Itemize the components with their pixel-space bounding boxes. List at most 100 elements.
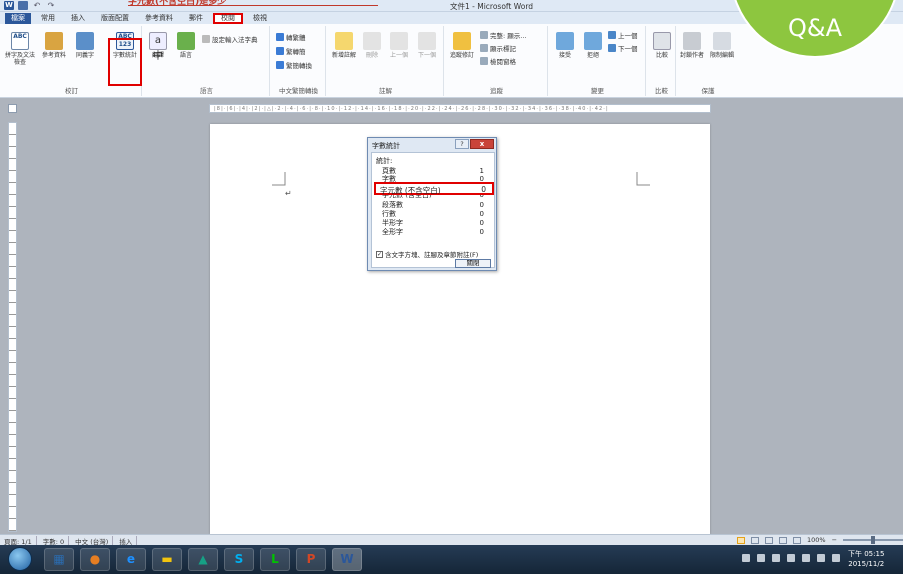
tab-mailings[interactable]: 郵件	[183, 13, 209, 24]
group-label-tracking: 追蹤	[490, 87, 503, 95]
thesaurus-button[interactable]: 同義字	[70, 32, 100, 59]
stat-row-pages: 頁數 1	[382, 167, 484, 175]
flag-icon[interactable]	[787, 554, 795, 562]
translate-icon: a中	[149, 32, 167, 62]
vertical-ruler[interactable]	[8, 122, 17, 532]
tab-insert[interactable]: 插入	[65, 13, 91, 24]
word-logo-icon[interactable]: W	[4, 1, 14, 10]
previous-comment-button[interactable]: 上一個	[386, 32, 412, 59]
previous-change-icon	[608, 31, 616, 39]
thesaurus-icon	[76, 32, 94, 50]
crop-mark-top-right	[636, 172, 650, 186]
horizontal-ruler[interactable]: |8|·|6|·|4|·|2|·|△|·2·|·4·|·6·|·8·|·10·|…	[209, 104, 711, 113]
taskbar-app-2[interactable]: e	[116, 548, 146, 571]
tab-file[interactable]: 檔案	[5, 12, 31, 24]
full-screen-reading-icon[interactable]	[751, 536, 759, 544]
redo-icon[interactable]: ↷	[46, 1, 56, 10]
group-compare: 比較 比較	[648, 26, 676, 96]
include-textboxes-checkbox[interactable]: ✓	[376, 250, 383, 258]
taskbar: ▦ ● e ▬ ▲ S L P W 下午 05:15 2015/11/2	[0, 545, 903, 574]
zoom-level[interactable]: 100%	[807, 536, 826, 544]
final-show-dropdown[interactable]: 完整: 顯示...	[480, 30, 526, 40]
undo-icon[interactable]: ↶	[32, 1, 42, 10]
language-button[interactable]: 語言	[174, 32, 198, 59]
compare-button[interactable]: 比較	[650, 32, 674, 59]
group-changes: 接受 拒絕 上一個 下一個 變更	[550, 26, 646, 96]
clock[interactable]: 下午 05:15 2015/11/2	[848, 549, 884, 569]
volume-icon[interactable]	[802, 554, 810, 562]
next-comment-button[interactable]: 下一個	[414, 32, 440, 59]
taskbar-app-1[interactable]: ●	[80, 548, 110, 571]
track-changes-button[interactable]: 追蹤修訂	[448, 32, 476, 59]
taskbar-app-4[interactable]: ▲	[188, 548, 218, 571]
tab-home[interactable]: 常用	[35, 13, 61, 24]
accept-button[interactable]: 接受	[552, 32, 578, 59]
translate-button[interactable]: a中 翻譯	[146, 32, 170, 62]
ruler-toggle[interactable]	[8, 104, 17, 113]
to-traditional-button[interactable]: 轉繁體	[276, 32, 306, 42]
tab-view[interactable]: 檢視	[247, 13, 273, 24]
group-label-chinese: 中文繁簡轉換	[279, 87, 318, 95]
next-change-icon	[608, 44, 616, 52]
zoom-slider[interactable]	[843, 536, 903, 544]
block-authors-icon	[683, 32, 701, 50]
block-authors-button[interactable]: 封鎖作者	[678, 32, 706, 59]
delete-comment-button[interactable]: 刪除	[360, 32, 384, 59]
print-layout-icon[interactable]	[737, 536, 745, 544]
dialog-help-button[interactable]: ?	[455, 139, 469, 149]
quick-access-toolbar: W ↶ ↷	[4, 1, 56, 10]
convert-button[interactable]: 繁簡轉換	[276, 60, 312, 70]
dialog-close-x-button[interactable]: x	[470, 139, 494, 149]
include-textboxes-checkbox-row[interactable]: ✓ 含文字方塊、註腳及章節附註(F)	[376, 249, 478, 259]
research-button[interactable]: 參考資料	[40, 32, 68, 59]
start-button-icon[interactable]	[8, 547, 32, 571]
language-icon	[177, 32, 195, 50]
dialog-body: 統計: 頁數 1 字數 0 字元數 (含空白) 0 字元數 (不含空白) 0 段…	[371, 152, 495, 268]
group-label-protect: 保護	[701, 87, 715, 95]
save-icon[interactable]	[18, 1, 28, 10]
tab-references[interactable]: 參考資料	[139, 13, 179, 24]
stats-header: 統計:	[376, 157, 393, 165]
security-icon[interactable]	[832, 554, 840, 562]
web-layout-icon[interactable]	[765, 536, 773, 544]
system-tray	[742, 554, 840, 562]
to-traditional-icon	[276, 33, 284, 41]
previous-comment-icon	[390, 32, 408, 50]
next-change-button[interactable]: 下一個	[608, 43, 638, 53]
outline-icon[interactable]	[779, 536, 787, 544]
taskbar-app-8[interactable]: W	[332, 548, 362, 571]
tab-page-layout[interactable]: 版面配置	[95, 13, 135, 24]
taskbar-app-6[interactable]: L	[260, 548, 290, 571]
to-simplified-button[interactable]: 繁轉簡	[276, 46, 306, 56]
new-comment-button[interactable]: 新增註解	[330, 32, 358, 59]
qa-badge-text: Q&A	[787, 14, 843, 42]
review-pane-dropdown[interactable]: 檢閱窗格	[480, 56, 516, 66]
notification-icon[interactable]	[772, 554, 780, 562]
crop-mark-top-left	[272, 172, 286, 186]
group-label-proofing: 校訂	[65, 87, 78, 95]
translate-input-button[interactable]: 設定輸入法字典	[202, 34, 258, 44]
taskbar-app-0[interactable]: ▦	[44, 548, 74, 571]
dialog-title: 字數統計	[372, 142, 400, 150]
show-markup-icon	[480, 44, 488, 52]
tab-review[interactable]: 校閱	[213, 12, 243, 24]
network-icon[interactable]	[757, 554, 765, 562]
show-markup-dropdown[interactable]: 顯示標記	[480, 43, 516, 53]
taskbar-app-3[interactable]: ▬	[152, 548, 182, 571]
dialog-close-button[interactable]: 關閉	[455, 259, 491, 268]
taskbar-app-5[interactable]: S	[224, 548, 254, 571]
ime-icon[interactable]	[817, 554, 825, 562]
taskbar-app-7[interactable]: P	[296, 548, 326, 571]
window-title: 文件1 - Microsoft Word	[450, 2, 534, 11]
zoom-out-icon[interactable]: −	[832, 536, 837, 544]
zoom-slider-knob[interactable]	[871, 536, 876, 544]
reject-button[interactable]: 拒絕	[580, 32, 606, 59]
spelling-button[interactable]: ABC 拼字及文法檢查	[4, 32, 36, 66]
track-changes-icon	[453, 32, 471, 50]
draft-icon[interactable]	[793, 536, 801, 544]
compare-icon	[653, 32, 671, 50]
previous-change-button[interactable]: 上一個	[608, 30, 638, 40]
stat-row-paragraphs: 段落數 0	[382, 201, 484, 209]
battery-icon[interactable]	[742, 554, 750, 562]
to-simplified-icon	[276, 47, 284, 55]
